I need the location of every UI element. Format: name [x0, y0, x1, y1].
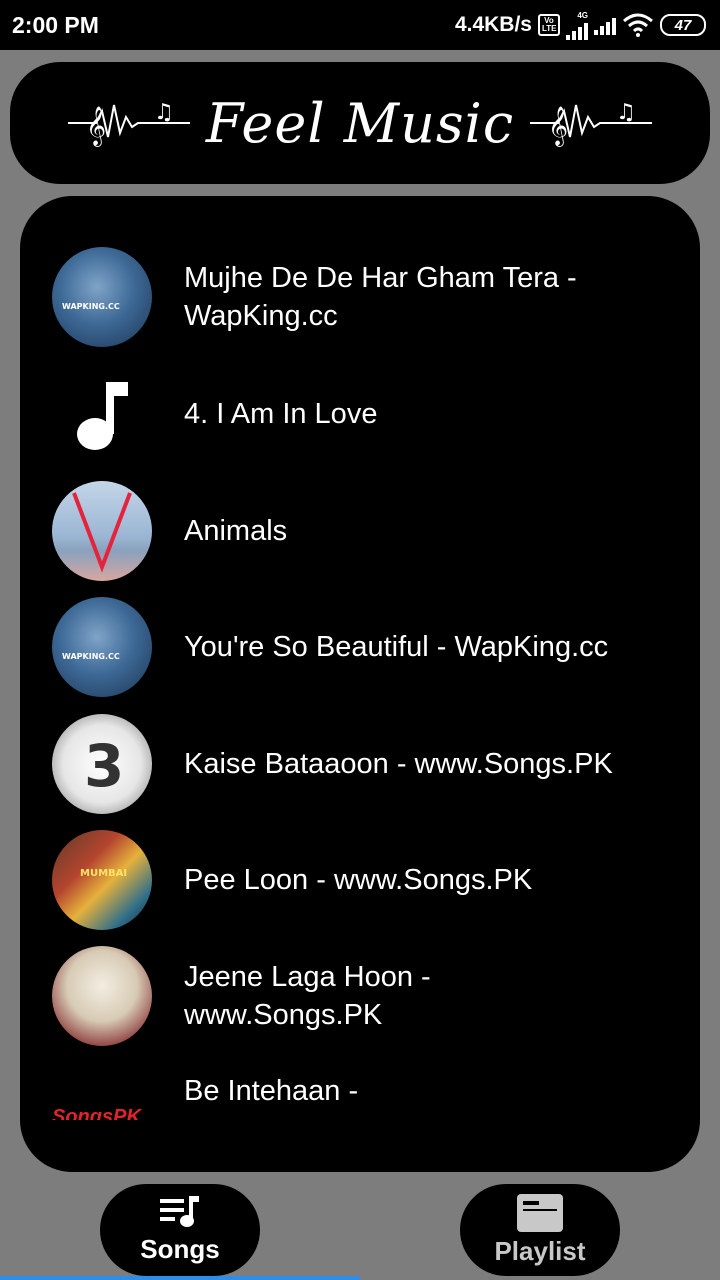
network-speed: 4.4KB/s: [454, 13, 532, 36]
nav-playlist-label: Playlist: [494, 1235, 586, 1266]
album-art-mumbai: MUMBAI: [52, 830, 152, 930]
nav-songs-button[interactable]: Songs: [100, 1184, 260, 1276]
volte-icon: Vo LTE: [538, 14, 560, 36]
album-art-label: WAPKING.CC: [62, 302, 120, 311]
song-item[interactable]: WAPKING.CC Mujhe De De Har Gham Tera - W…: [20, 246, 700, 348]
nav-songs-label: Songs: [140, 1233, 220, 1264]
song-title: Animals: [184, 515, 288, 547]
signal-icon: [594, 15, 616, 35]
song-list-card: WAPKING.CC Mujhe De De Har Gham Tera - W…: [20, 196, 700, 1172]
song-title: Mujhe De De Har Gham Tera - WapKing.cc: [184, 262, 577, 332]
playlist-icon: [517, 1193, 563, 1232]
album-art-blue: WAPKING.CC: [52, 597, 152, 697]
nav-playlist-button[interactable]: Playlist: [460, 1184, 620, 1276]
album-art-label: SongsPK: [52, 1106, 141, 1120]
song-title: Jeene Laga Hoon - www.Songs.PK: [184, 961, 431, 1031]
album-art-v: [52, 481, 152, 581]
status-bar: 2:00 PM 4.4KB/s Vo LTE 4G 47: [0, 0, 720, 50]
music-note-icon: [52, 364, 152, 464]
songs-pk-logo: SongsPK: [52, 1072, 152, 1120]
album-art-label: WAPKING.CC: [62, 652, 120, 661]
album-art-blue: WAPKING.CC: [52, 247, 152, 347]
song-item[interactable]: WAPKING.CC You're So Beautiful - WapKing…: [20, 582, 700, 712]
svg-text:♫: ♫: [616, 100, 636, 125]
album-art-label: 3: [84, 732, 125, 800]
svg-text:♫: ♫: [154, 100, 174, 125]
mobile-signal-icon: 4G: [566, 11, 588, 40]
song-item[interactable]: SongsPK Be Intehaan -: [20, 1048, 700, 1120]
song-list[interactable]: WAPKING.CC Mujhe De De Har Gham Tera - W…: [20, 246, 700, 1120]
battery-icon: 47: [660, 14, 706, 36]
music-pulse-icon: 𝄞 ♫: [68, 100, 190, 147]
wifi-icon: [623, 13, 653, 37]
song-item[interactable]: MUMBAI Pee Loon - www.Songs.PK: [20, 816, 700, 944]
song-item[interactable]: 4. I Am In Love: [20, 348, 700, 480]
status-time: 2:00 PM: [12, 11, 99, 38]
music-pulse-icon: 𝄞 ♫: [529, 100, 652, 147]
header-card: 𝄞 ♫ Feel Music 𝄞 ♫: [10, 62, 710, 184]
song-item[interactable]: 3 Kaise Bataaoon - www.Songs.PK: [20, 712, 700, 816]
album-art-3: 3: [52, 714, 152, 814]
app-title: Feel Music: [205, 91, 515, 155]
svg-text:𝄞: 𝄞: [548, 106, 568, 147]
network-type: 4G: [577, 10, 588, 20]
svg-text:𝄞: 𝄞: [86, 106, 106, 147]
active-tab-indicator: [0, 1276, 360, 1280]
song-item[interactable]: Animals: [20, 480, 700, 582]
song-title: Kaise Bataaoon - www.Songs.PK: [184, 748, 613, 780]
queue-music-icon: [160, 1195, 199, 1227]
song-title: 4. I Am In Love: [184, 398, 378, 430]
song-title: You're So Beautiful - WapKing.cc: [184, 631, 609, 663]
status-icons: 4.4KB/s Vo LTE 4G 47: [455, 11, 706, 40]
song-item[interactable]: Jeene Laga Hoon - www.Songs.PK: [20, 944, 700, 1048]
song-title: Pee Loon - www.Songs.PK: [184, 864, 533, 896]
album-art-ramaiya: [52, 946, 152, 1046]
song-title: Be Intehaan -: [184, 1075, 359, 1107]
album-art-label: MUMBAI: [80, 868, 128, 879]
